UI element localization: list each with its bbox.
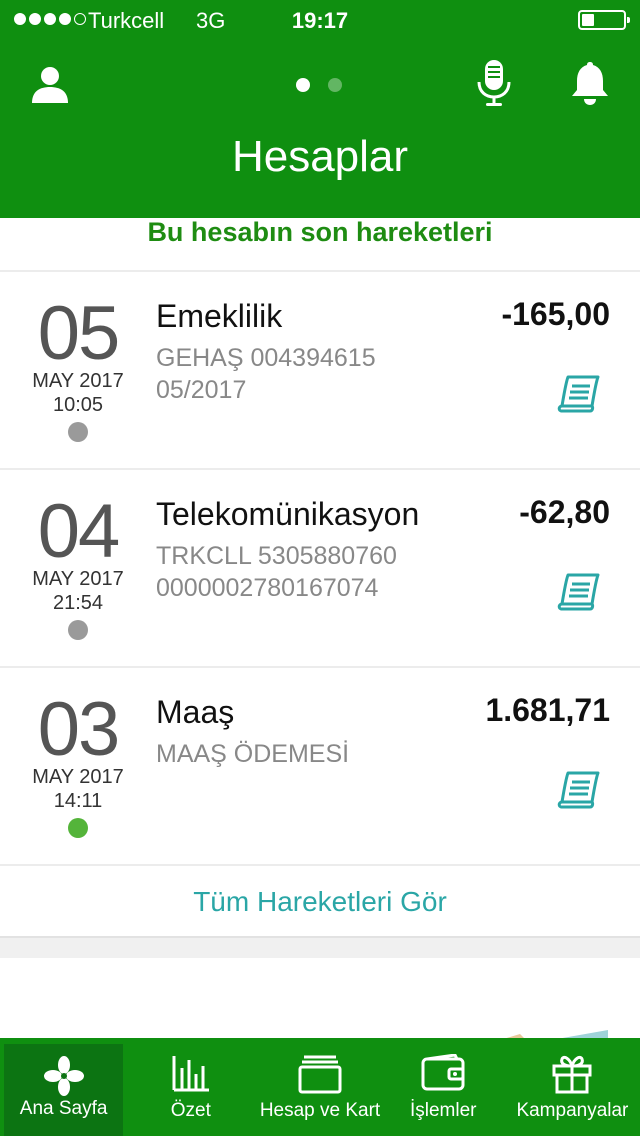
transaction-description: TRKCLL 5305880760 0000002780167074 <box>156 540 397 604</box>
transaction-name: Maaş <box>156 694 235 730</box>
transaction-day: 03 <box>37 687 121 772</box>
transaction-amount: -165,00 <box>501 296 610 332</box>
transaction-month: MAY 2017 <box>32 370 124 392</box>
flower-icon <box>43 1056 84 1096</box>
gift-icon <box>552 1055 592 1094</box>
transaction-row[interactable]: 03 MAY 2017 14:11 Maaş MAAŞ ÖDEMESİ 1.68… <box>0 668 640 866</box>
header: Hesaplar <box>0 40 640 218</box>
transaction-description: MAAŞ ÖDEMESİ <box>156 738 349 770</box>
promo-graphic-icon <box>506 1030 608 1038</box>
tab-bar: Ana Sayfa Özet Hesap ve Kart İşlemler Ka… <box>0 1038 640 1136</box>
user-icon[interactable] <box>30 64 70 104</box>
transaction-name: Telekomünikasyon <box>156 496 420 532</box>
promo-banner[interactable] <box>0 958 640 1038</box>
transaction-row[interactable]: 04 MAY 2017 21:54 Telekomünikasyon TRKCL… <box>0 470 640 668</box>
transaction-desc-line1: TRKCLL 5305880760 <box>156 542 397 570</box>
transaction-month: MAY 2017 <box>32 766 124 788</box>
tab-transactions[interactable]: İşlemler <box>382 1038 505 1136</box>
status-dot <box>68 620 88 640</box>
see-all-transactions-link[interactable]: Tüm Hareketleri Gör <box>0 866 640 938</box>
screen: Turkcell 3G 19:17 Hesaplar Bu hesabın so… <box>0 0 640 1136</box>
page-indicator <box>296 78 342 92</box>
tab-label: Ana Sayfa <box>19 1098 108 1119</box>
transactions-panel: Bu hesabın son hareketleri 05 MAY 2017 1… <box>0 218 640 1038</box>
transaction-day: 04 <box>37 489 121 574</box>
tab-campaigns[interactable]: Kampanyalar <box>505 1038 640 1136</box>
cards-icon <box>298 1055 342 1094</box>
receipt-icon[interactable] <box>556 374 602 414</box>
transaction-description: GEHAŞ 004394615 05/2017 <box>156 342 376 406</box>
transaction-time: 21:54 <box>52 592 104 614</box>
wallet-icon <box>421 1054 465 1091</box>
page-dot <box>328 78 342 92</box>
transaction-month: MAY 2017 <box>32 568 124 590</box>
bell-icon[interactable] <box>568 60 612 106</box>
tab-label: Hesap ve Kart <box>259 1100 381 1121</box>
receipt-icon[interactable] <box>556 770 602 810</box>
page-title: Hesaplar <box>231 132 409 181</box>
transaction-desc-line1: MAAŞ ÖDEMESİ <box>156 740 350 768</box>
transaction-day: 05 <box>37 291 121 376</box>
transaction-amount: -62,80 <box>519 494 610 530</box>
status-bar: Turkcell 3G 19:17 <box>0 0 640 40</box>
tab-label: İşlemler <box>409 1100 477 1121</box>
status-time: 19:17 <box>291 8 349 33</box>
transaction-desc-line2: 0000002780167074 <box>156 574 379 602</box>
transaction-time: 14:11 <box>53 790 103 812</box>
transaction-time: 10:05 <box>52 394 104 416</box>
transaction-row[interactable]: 05 MAY 2017 10:05 Emeklilik GEHAŞ 004394… <box>0 272 640 470</box>
transaction-amount: 1.681,71 <box>485 692 610 728</box>
bar-chart-icon <box>172 1056 209 1092</box>
receipt-icon[interactable] <box>556 572 602 612</box>
status-dot <box>68 818 88 838</box>
microphone-icon[interactable] <box>474 58 514 108</box>
transaction-desc-line2: 05/2017 <box>156 376 247 404</box>
transaction-name: Emeklilik <box>156 298 283 334</box>
tab-home[interactable]: Ana Sayfa <box>4 1044 124 1136</box>
battery-icon <box>578 10 630 30</box>
transaction-desc-line1: GEHAŞ 004394615 <box>156 344 376 372</box>
tab-label: Kampanyalar <box>516 1100 629 1121</box>
section-title: Bu hesabın son hareketleri <box>0 218 640 272</box>
tab-accounts-cards[interactable]: Hesap ve Kart <box>258 1038 381 1136</box>
tab-label: Özet <box>170 1100 211 1121</box>
status-dot <box>68 422 88 442</box>
tab-summary[interactable]: Özet <box>123 1038 258 1136</box>
page-dot-active <box>296 78 310 92</box>
section-gap <box>0 938 640 958</box>
